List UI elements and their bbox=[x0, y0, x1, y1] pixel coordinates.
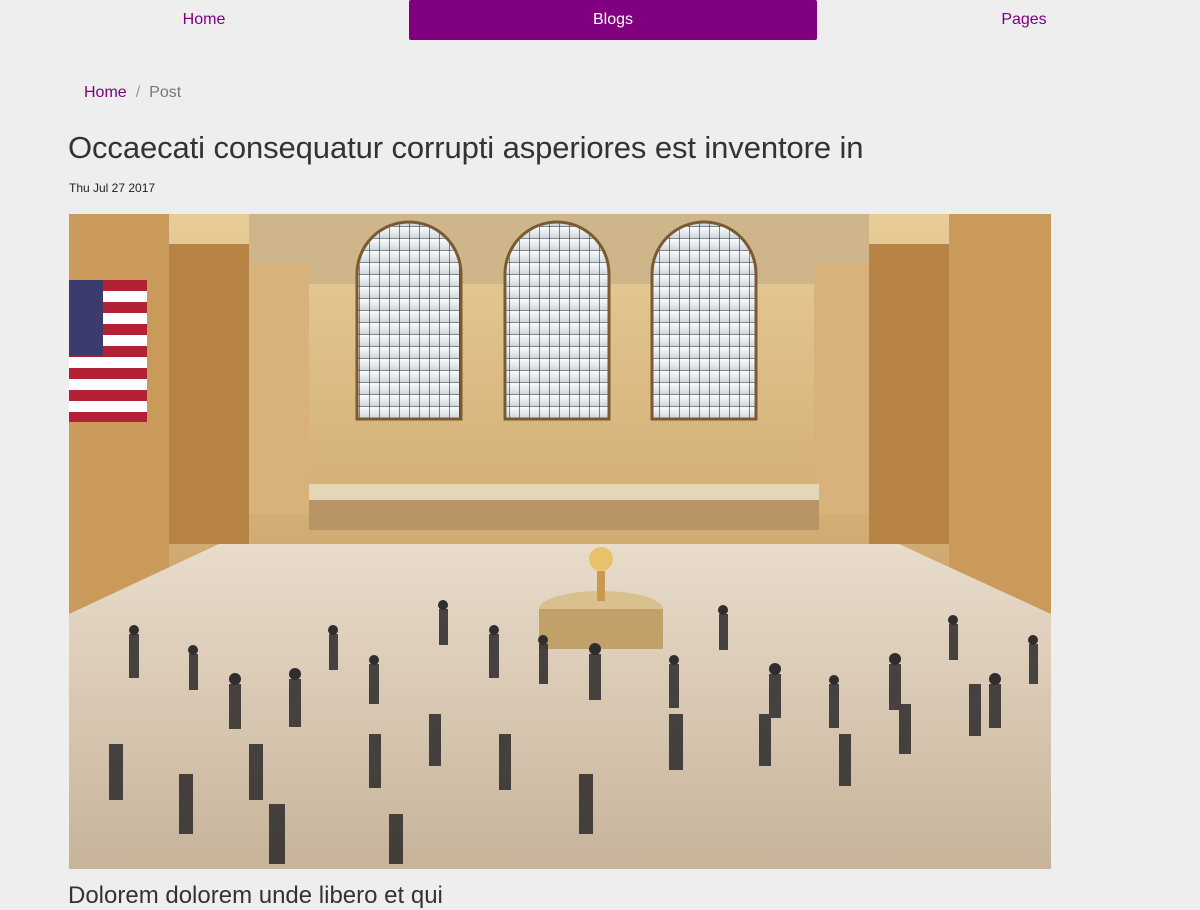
top-navigation: Home Blogs Pages bbox=[0, 0, 1200, 41]
post-hero-image bbox=[69, 214, 1051, 869]
breadcrumb-home-link[interactable]: Home bbox=[84, 84, 127, 102]
breadcrumb-current: Post bbox=[149, 84, 182, 101]
nav-blogs-link[interactable]: Blogs bbox=[409, 0, 817, 40]
nav-home-link[interactable]: Home bbox=[0, 0, 408, 40]
post-subheading: Dolorem dolorem unde libero et qui bbox=[68, 882, 443, 909]
breadcrumb: Home / Post bbox=[84, 84, 181, 102]
nav-pages-link[interactable]: Pages bbox=[818, 0, 1200, 40]
post-date: Thu Jul 27 2017 bbox=[69, 181, 156, 195]
post-title: Occaecati consequatur corrupti asperiore… bbox=[68, 130, 864, 165]
breadcrumb-separator: / bbox=[135, 84, 141, 101]
